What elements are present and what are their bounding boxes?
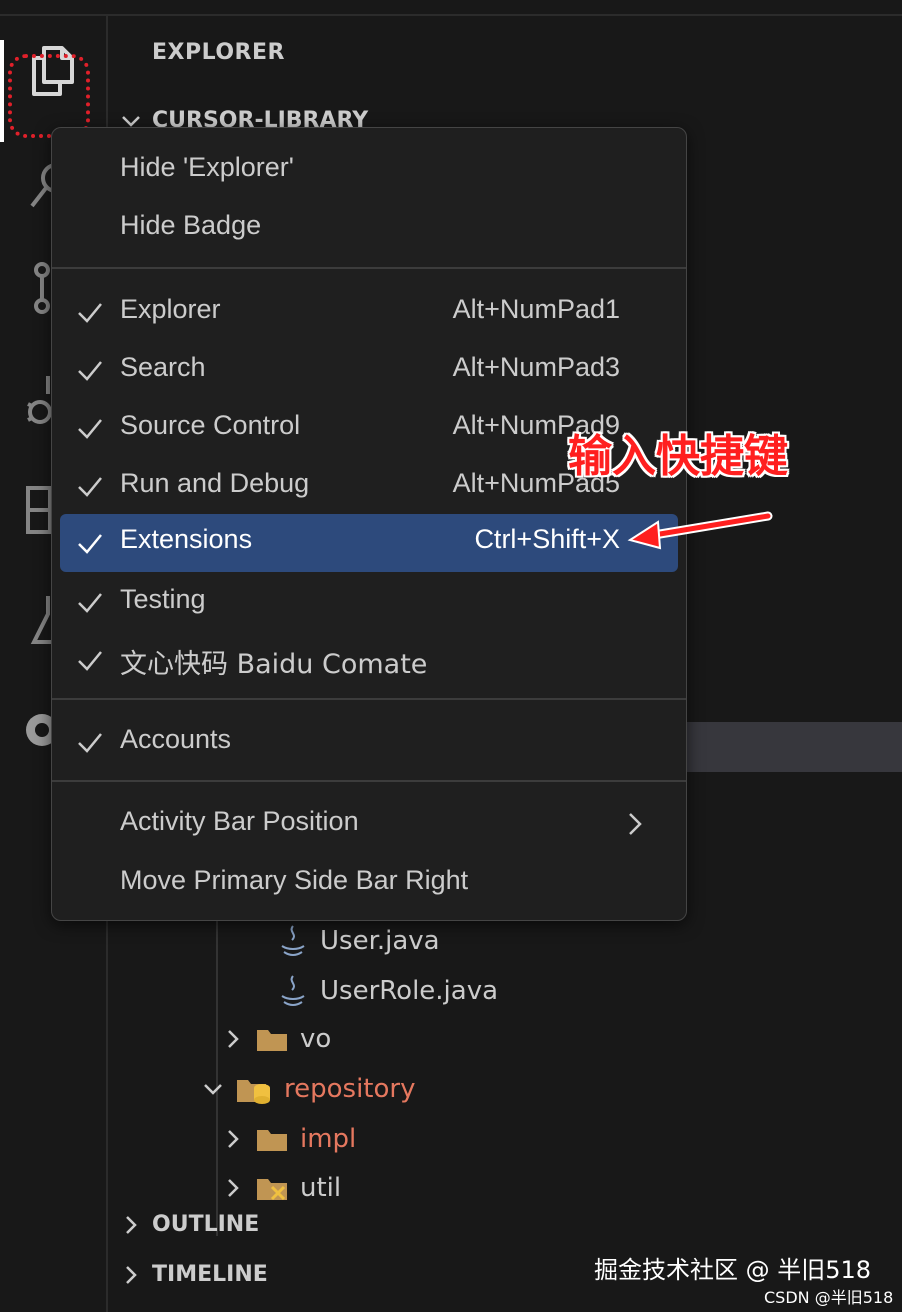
checkmark-icon: [78, 303, 102, 323]
chevron-right-icon: [228, 1130, 239, 1148]
sidebar-title: EXPLORER: [152, 40, 285, 65]
menu-item-label: Extensions: [120, 524, 253, 554]
menu-item-label: 文心快码 Baidu Comate: [120, 649, 428, 680]
menu-item-explorer[interactable]: Explorer Alt+NumPad1: [60, 284, 678, 340]
menu-item-label: Activity Bar Position: [120, 806, 359, 836]
menu-item-label: Run and Debug: [120, 468, 310, 498]
tree-item-util[interactable]: util: [222, 1174, 341, 1202]
checkmark-icon: [78, 419, 102, 439]
menu-item-search[interactable]: Search Alt+NumPad3: [60, 342, 678, 398]
menu-item-label: Accounts: [120, 724, 232, 754]
tree-item-repository[interactable]: repository: [202, 1074, 415, 1104]
menu-separator: [52, 267, 686, 269]
csdn-watermark: CSDN @半旧518: [764, 1288, 894, 1307]
outline-section-header[interactable]: OUTLINE: [120, 1212, 259, 1237]
keybinding: Alt+NumPad1: [452, 294, 620, 324]
chevron-right-icon: [228, 1030, 239, 1048]
menu-item-label: Hide Badge: [120, 210, 262, 240]
tree-item-label: vo: [300, 1024, 332, 1054]
menu-item-label: Explorer: [120, 294, 221, 324]
watermark: 掘金技术社区 @ 半旧518: [594, 1256, 872, 1284]
repository-folder-icon: [237, 1080, 270, 1104]
menu-item-label: Move Primary Side Bar Right: [120, 865, 469, 895]
timeline-label: TIMELINE: [152, 1262, 268, 1287]
menu-item-hide-badge[interactable]: Hide Badge: [60, 200, 678, 256]
menu-separator: [52, 698, 686, 700]
checkmark-icon: [78, 733, 102, 753]
outline-label: OUTLINE: [152, 1212, 260, 1237]
chevron-right-icon: [126, 1265, 137, 1284]
tree-item-user-java[interactable]: User.java: [278, 924, 440, 958]
menu-separator: [52, 780, 686, 782]
menu-item-move-primary-side-bar[interactable]: Move Primary Side Bar Right: [60, 855, 678, 911]
checkmark-icon: [78, 593, 102, 613]
tree-item-label: UserRole.java: [320, 976, 499, 1006]
annotation-label: 输入快捷键: [568, 431, 788, 482]
menu-item-label: Hide 'Explorer': [120, 152, 294, 182]
util-folder-icon: [257, 1179, 287, 1201]
menu-item-hide-explorer[interactable]: Hide 'Explorer': [60, 142, 678, 198]
checkmark-icon: [78, 361, 102, 381]
folder-icon: [257, 1030, 287, 1051]
menu-item-activity-bar-position[interactable]: Activity Bar Position: [60, 796, 678, 852]
tree-item-label: User.java: [320, 926, 440, 956]
menu-item-label: Source Control: [120, 410, 301, 440]
selected-row-highlight: [686, 722, 902, 772]
timeline-section-header[interactable]: TIMELINE: [120, 1262, 268, 1287]
chevron-right-icon: [629, 813, 642, 835]
keybinding: Alt+NumPad3: [452, 352, 620, 382]
menu-item-extensions[interactable]: Extensions Ctrl+Shift+X: [60, 514, 678, 572]
menu-item-label: Testing: [120, 584, 206, 614]
chevron-right-icon: [228, 1179, 239, 1197]
java-icon: [281, 975, 305, 1006]
folder-icon: [257, 1130, 287, 1151]
java-icon: [281, 925, 305, 956]
menu-item-label: Search: [120, 352, 206, 382]
checkmark-icon: [78, 651, 102, 671]
menu-item-testing[interactable]: Testing: [60, 574, 678, 630]
menu-item-accounts[interactable]: Accounts: [60, 714, 678, 770]
chevron-down-icon: [204, 1084, 222, 1095]
annotation-arrow-icon: [627, 511, 773, 550]
tree-item-vo[interactable]: vo: [222, 1024, 331, 1054]
tree-item-label: repository: [284, 1074, 416, 1104]
tree-item-userrole-java[interactable]: UserRole.java: [278, 974, 498, 1008]
tree-item-impl[interactable]: impl: [222, 1124, 356, 1154]
explorer-highlight-marker: [8, 54, 90, 138]
active-indicator: [0, 40, 4, 142]
checkmark-icon: [78, 534, 102, 554]
checkmark-icon: [78, 477, 102, 497]
menu-item-baidu-comate[interactable]: 文心快码 Baidu Comate: [60, 632, 678, 688]
keybinding: Ctrl+Shift+X: [474, 524, 620, 554]
tree-item-label: util: [300, 1174, 342, 1202]
chevron-right-icon: [126, 1215, 137, 1234]
tree-item-label: impl: [300, 1124, 357, 1154]
activity-bar-context-menu: Hide 'Explorer' Hide Badge Explorer Alt+…: [51, 127, 687, 921]
